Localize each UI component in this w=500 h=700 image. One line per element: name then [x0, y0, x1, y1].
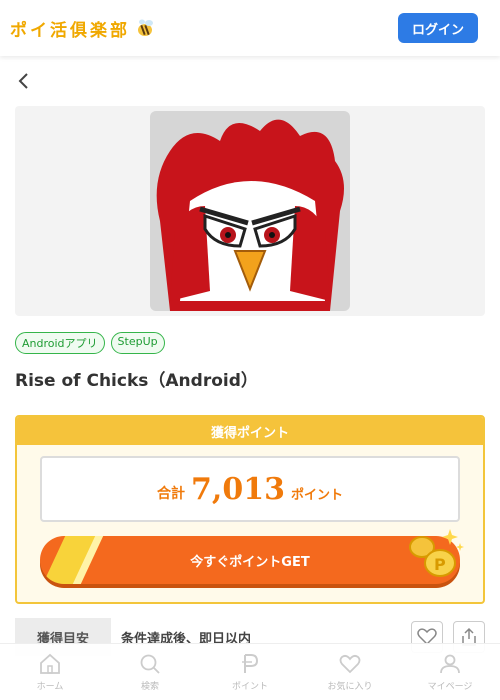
site-logo[interactable]: ポイ活俱楽部 [10, 16, 156, 41]
search-icon [140, 654, 160, 674]
nav-home[interactable]: ホーム [15, 652, 85, 692]
site-header: ポイ活俱楽部 ログイン [0, 0, 500, 56]
svg-text:P: P [434, 555, 446, 574]
nav-points[interactable]: ポイント [215, 652, 285, 692]
home-icon [40, 653, 60, 674]
nav-mypage-label: マイページ [427, 682, 473, 692]
logo-text: ポイ活俱楽部 [10, 20, 130, 41]
nav-mypage[interactable]: マイページ [415, 652, 485, 692]
points-unit: ポイント [290, 487, 343, 503]
app-title: Rise of Chicks（Android） [15, 371, 258, 391]
nav-favorites-label: お気に入り [327, 682, 373, 692]
bottom-nav: ホーム 検索 ポイント お気に入り マイページ [0, 643, 500, 700]
nav-home-label: ホーム [36, 682, 64, 692]
get-points-label: 今すぐポイントGET [190, 554, 310, 570]
get-points-button[interactable]: 今すぐポイントGET [40, 536, 460, 584]
rooster-app-icon [150, 111, 350, 311]
coins-icon: P [409, 529, 464, 577]
login-button[interactable]: ログイン [398, 13, 478, 43]
chevron-left-icon[interactable] [14, 70, 34, 92]
points-card-header: 獲得ポイント [17, 417, 483, 445]
person-icon [440, 654, 460, 674]
app-image-area [15, 106, 485, 316]
tag-stepup[interactable]: StepUp [110, 332, 165, 354]
nav-search-label: 検索 [140, 682, 159, 692]
bee-icon [138, 19, 153, 36]
total-points-value: 7,013 [191, 471, 285, 507]
heart-icon [339, 654, 361, 674]
nav-favorites[interactable]: お気に入り [315, 652, 385, 692]
total-points-box: 合計 7,013 ポイント [40, 456, 460, 522]
nav-points-label: ポイント [231, 682, 268, 692]
total-label: 合計 [157, 486, 186, 502]
app-tags: Androidアプリ StepUp [15, 332, 165, 354]
tag-android-app[interactable]: Androidアプリ [15, 332, 105, 354]
nav-search[interactable]: 検索 [115, 652, 185, 692]
point-icon [242, 654, 259, 673]
